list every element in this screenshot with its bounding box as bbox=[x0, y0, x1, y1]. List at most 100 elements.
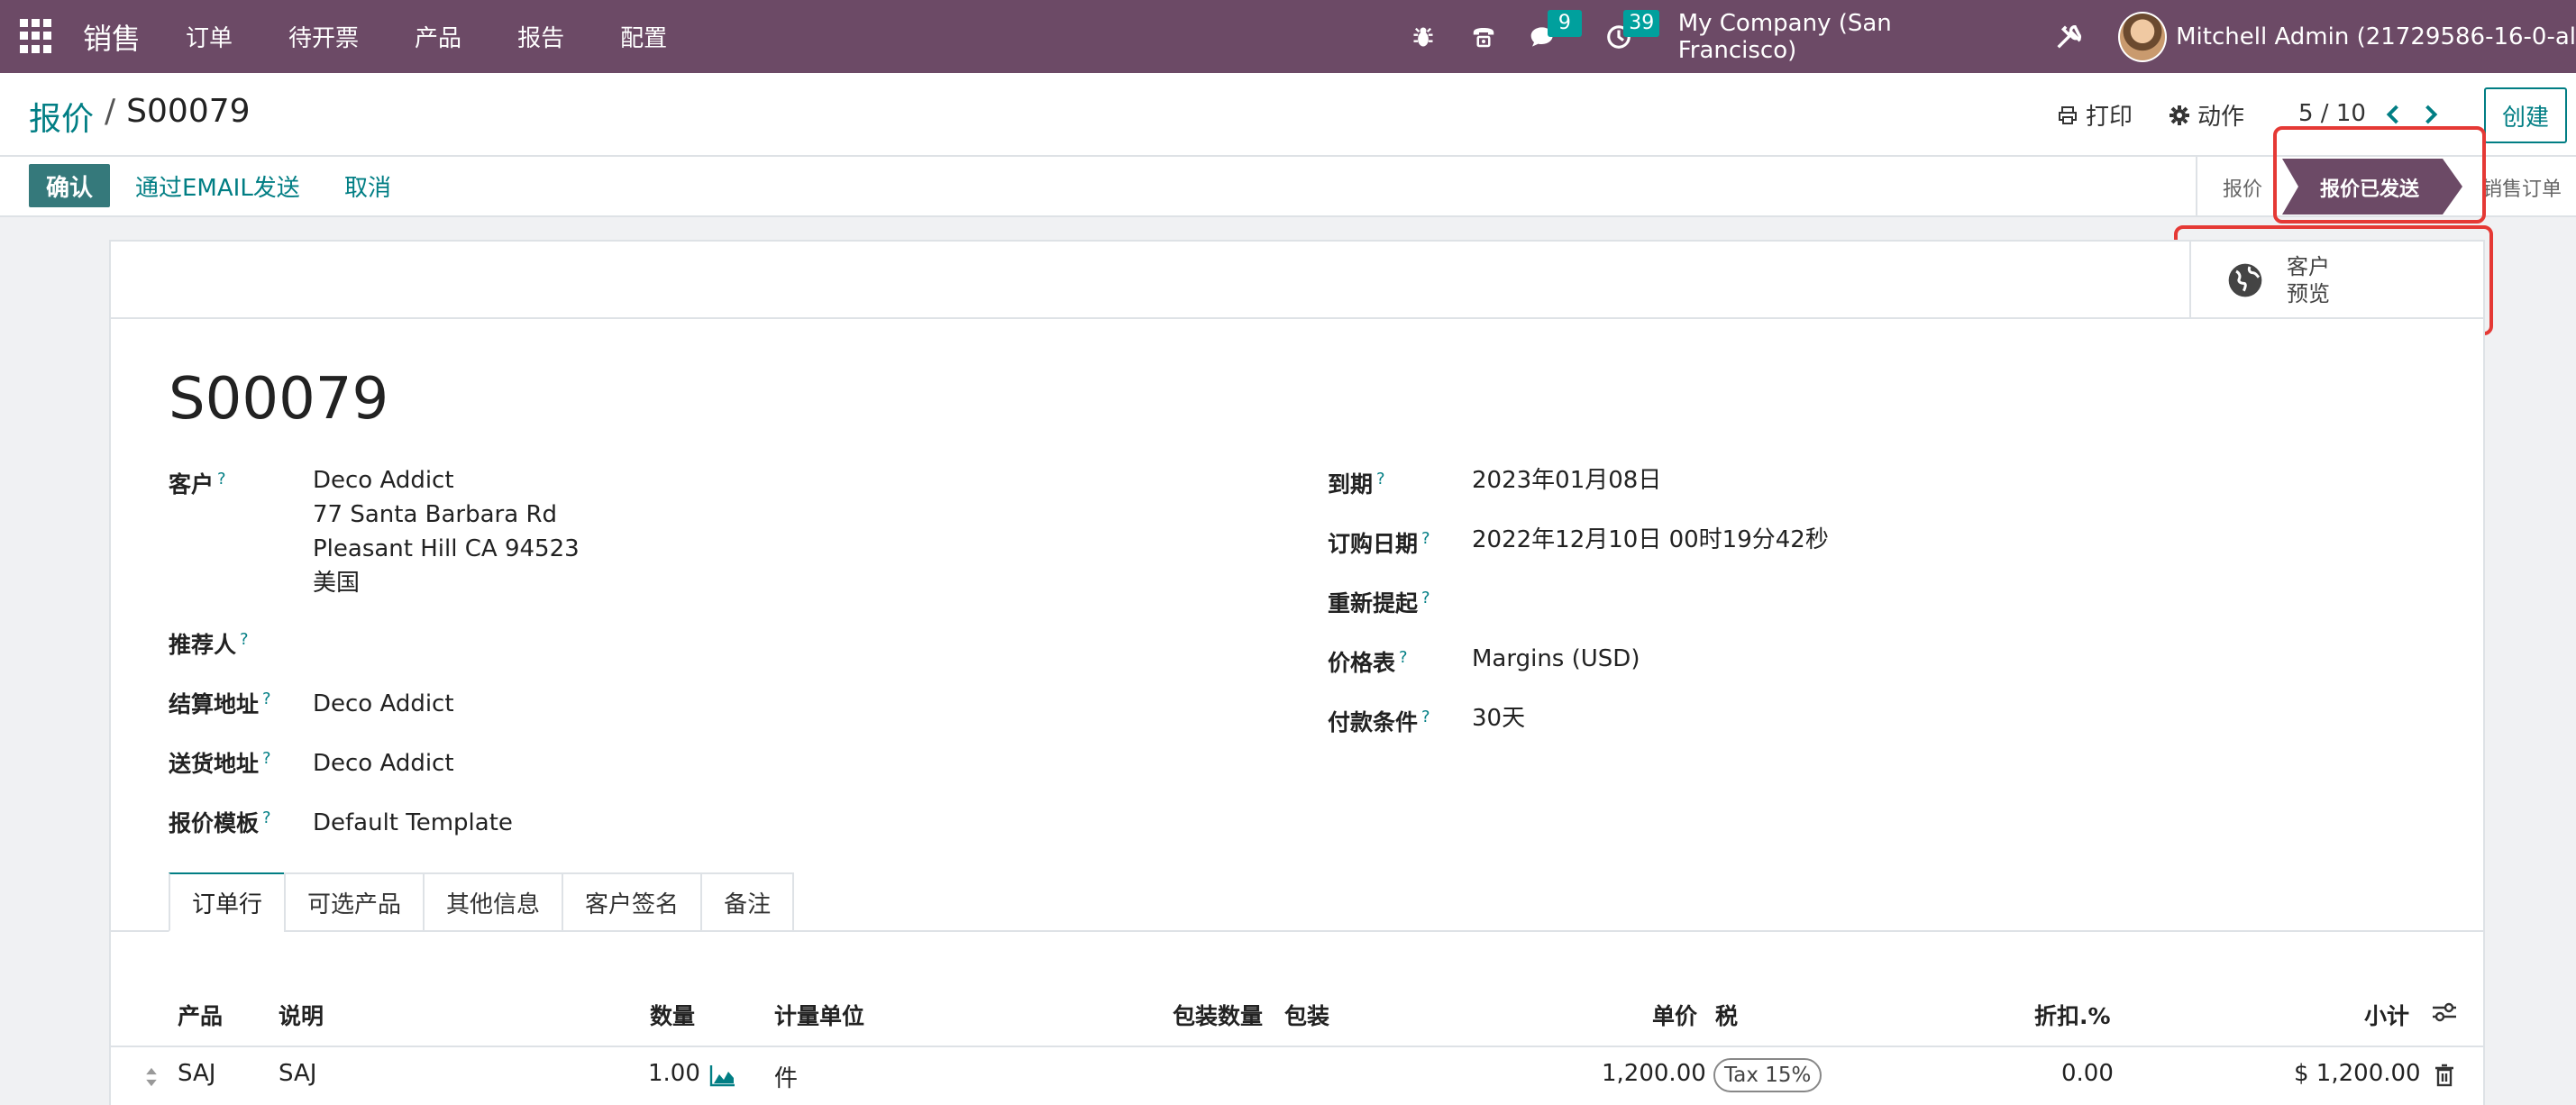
control-panel: 报价 / S00079 打印 动作 5 / 10 创建 bbox=[0, 73, 2576, 157]
referrer-label-text: 推荐人 bbox=[169, 632, 237, 658]
expiration-label-text: 到期 bbox=[1328, 471, 1374, 498]
col-uom[interactable]: 计量单位 bbox=[774, 999, 864, 1031]
cancel-button[interactable]: 取消 bbox=[344, 169, 391, 203]
payment-terms-help-icon[interactable]: ? bbox=[1421, 708, 1430, 726]
tab-optional-products[interactable]: 可选产品 bbox=[284, 872, 424, 932]
quotation-template-help-icon[interactable]: ? bbox=[262, 808, 271, 827]
globe-icon bbox=[2228, 263, 2262, 297]
row-discount[interactable]: 0.00 bbox=[2061, 1060, 2114, 1087]
col-quantity[interactable]: 数量 bbox=[650, 999, 695, 1031]
delivery-address-help-icon[interactable]: ? bbox=[262, 749, 271, 768]
customer-preview-line2: 预览 bbox=[2287, 281, 2330, 306]
drag-handle-icon[interactable] bbox=[143, 1065, 160, 1095]
row-uom[interactable]: 件 bbox=[774, 1060, 798, 1093]
row-product[interactable]: SAJ bbox=[178, 1060, 215, 1087]
menu-orders[interactable]: 订单 bbox=[186, 20, 233, 53]
notebook-tabs: 订单行 可选产品 其他信息 客户签名 备注 bbox=[169, 872, 795, 932]
button-box: 客户 预览 bbox=[111, 242, 2483, 319]
referrer-field[interactable] bbox=[313, 620, 1124, 656]
send-by-email-button[interactable]: 通过EMAIL发送 bbox=[135, 169, 300, 203]
tab-order-lines[interactable]: 订单行 bbox=[169, 872, 285, 932]
invoice-address-label-text: 结算地址 bbox=[169, 691, 260, 717]
order-date-label: 订购日期? bbox=[1328, 526, 1430, 559]
row-tax-badge[interactable]: Tax 15% bbox=[1713, 1058, 1822, 1092]
invoice-address-label: 结算地址? bbox=[169, 687, 271, 719]
app-name[interactable]: 销售 bbox=[83, 16, 141, 58]
row-description[interactable]: SAJ bbox=[279, 1060, 316, 1087]
apps-menu-icon[interactable] bbox=[20, 18, 56, 55]
col-discount[interactable]: 折扣.% bbox=[2034, 999, 2111, 1031]
invoice-address-help-icon[interactable]: ? bbox=[262, 689, 271, 708]
col-subtotal[interactable]: 小计 bbox=[2364, 999, 2409, 1031]
action-label: 动作 bbox=[2197, 104, 2245, 131]
col-unit-price[interactable]: 单价 bbox=[1652, 999, 1697, 1031]
col-packaging-qty[interactable]: 包装数量 bbox=[1173, 999, 1263, 1031]
user-avatar[interactable] bbox=[2118, 11, 2168, 62]
col-product[interactable]: 产品 bbox=[178, 999, 223, 1031]
customer-preview-label: 客户 预览 bbox=[2287, 253, 2330, 307]
row-quantity[interactable]: 1.00 bbox=[648, 1060, 700, 1087]
user-menu[interactable]: Mitchell Admin (21729586-16-0-al bbox=[2176, 23, 2576, 50]
payment-terms-label-text: 付款条件 bbox=[1328, 709, 1419, 735]
print-button[interactable]: 打印 bbox=[2057, 73, 2133, 157]
gear-icon bbox=[2170, 105, 2189, 125]
activities-badge: 39 bbox=[1623, 9, 1660, 37]
customer-label-text: 客户 bbox=[169, 471, 215, 498]
highlight-stage-box bbox=[2273, 126, 2486, 224]
menu-to-invoice[interactable]: 待开票 bbox=[288, 20, 359, 53]
delivery-address-label: 送货地址? bbox=[169, 746, 271, 779]
action-button[interactable]: 动作 bbox=[2169, 73, 2244, 157]
stage-sales-order[interactable]: 销售订单 bbox=[2482, 173, 2562, 202]
payment-terms-label: 付款条件? bbox=[1328, 705, 1430, 737]
stage-quotation[interactable]: 报价 bbox=[2223, 173, 2262, 202]
payment-terms-field[interactable]: 30天 bbox=[1472, 701, 1525, 735]
delivery-address-field[interactable]: Deco Addict bbox=[313, 746, 454, 781]
tools-icon[interactable] bbox=[2051, 19, 2086, 55]
referrer-help-icon[interactable]: ? bbox=[240, 630, 249, 649]
forecast-chart-icon[interactable] bbox=[709, 1064, 736, 1093]
invoice-address-field[interactable]: Deco Addict bbox=[313, 687, 454, 721]
expiration-field[interactable]: 2023年01月08日 bbox=[1472, 463, 1661, 498]
print-label: 打印 bbox=[2086, 104, 2133, 131]
company-switcher[interactable]: My Company (San Francisco) bbox=[1678, 10, 2005, 64]
reminder-field[interactable] bbox=[1472, 580, 2283, 616]
reminder-help-icon[interactable]: ? bbox=[1421, 589, 1430, 607]
column-settings-icon[interactable] bbox=[2431, 1000, 2458, 1030]
pricelist-field[interactable]: Margins (USD) bbox=[1472, 642, 1640, 676]
customer-city: Pleasant Hill CA 94523 bbox=[313, 535, 580, 562]
order-date-field[interactable]: 2022年12月10日 00时19分42秒 bbox=[1472, 523, 1829, 557]
activities-clock-icon[interactable]: 39 bbox=[1602, 9, 1660, 55]
col-taxes[interactable]: 税 bbox=[1715, 999, 1738, 1031]
col-description[interactable]: 说明 bbox=[279, 999, 324, 1031]
messages-icon[interactable]: 9 bbox=[1526, 9, 1582, 55]
tab-customer-signature[interactable]: 客户签名 bbox=[562, 872, 701, 932]
customer-help-icon[interactable]: ? bbox=[217, 470, 226, 489]
create-button[interactable]: 创建 bbox=[2484, 87, 2567, 143]
confirm-button[interactable]: 确认 bbox=[29, 164, 110, 207]
phone-icon[interactable] bbox=[1466, 19, 1500, 55]
pricelist-help-icon[interactable]: ? bbox=[1399, 648, 1408, 667]
row-unit-price[interactable]: 1,200.00 bbox=[1602, 1060, 1706, 1087]
menu-products[interactable]: 产品 bbox=[415, 20, 461, 53]
customer-name: Deco Addict bbox=[313, 467, 454, 494]
tab-notes[interactable]: 备注 bbox=[700, 872, 795, 932]
tab-other-info[interactable]: 其他信息 bbox=[423, 872, 562, 932]
breadcrumb-quotations-link[interactable]: 报价 bbox=[29, 93, 94, 140]
debug-bug-icon[interactable] bbox=[1406, 19, 1440, 55]
referrer-label: 推荐人? bbox=[169, 627, 249, 660]
expiration-help-icon[interactable]: ? bbox=[1376, 470, 1385, 489]
table-header-divider bbox=[111, 1046, 2483, 1047]
customer-field[interactable]: Deco Addict 77 Santa Barbara Rd Pleasant… bbox=[313, 463, 580, 600]
menu-reporting[interactable]: 报告 bbox=[517, 20, 564, 53]
quotation-template-field[interactable]: Default Template bbox=[313, 806, 513, 840]
order-date-help-icon[interactable]: ? bbox=[1421, 529, 1430, 548]
row-subtotal: $ 1,200.00 bbox=[2294, 1060, 2421, 1087]
form-sheet: 客户 预览 S00079 客户? Deco Addict 77 Santa Ba… bbox=[109, 240, 2485, 1105]
pager-value[interactable]: 5 / 10 bbox=[2298, 100, 2366, 127]
menu-configuration[interactable]: 配置 bbox=[620, 20, 667, 53]
col-packaging[interactable]: 包装 bbox=[1284, 999, 1329, 1031]
customer-street: 77 Santa Barbara Rd bbox=[313, 501, 558, 528]
trash-icon[interactable] bbox=[2434, 1064, 2454, 1093]
customer-preview-button[interactable]: 客户 预览 bbox=[2189, 242, 2483, 319]
quotation-template-label-text: 报价模板 bbox=[169, 810, 260, 836]
